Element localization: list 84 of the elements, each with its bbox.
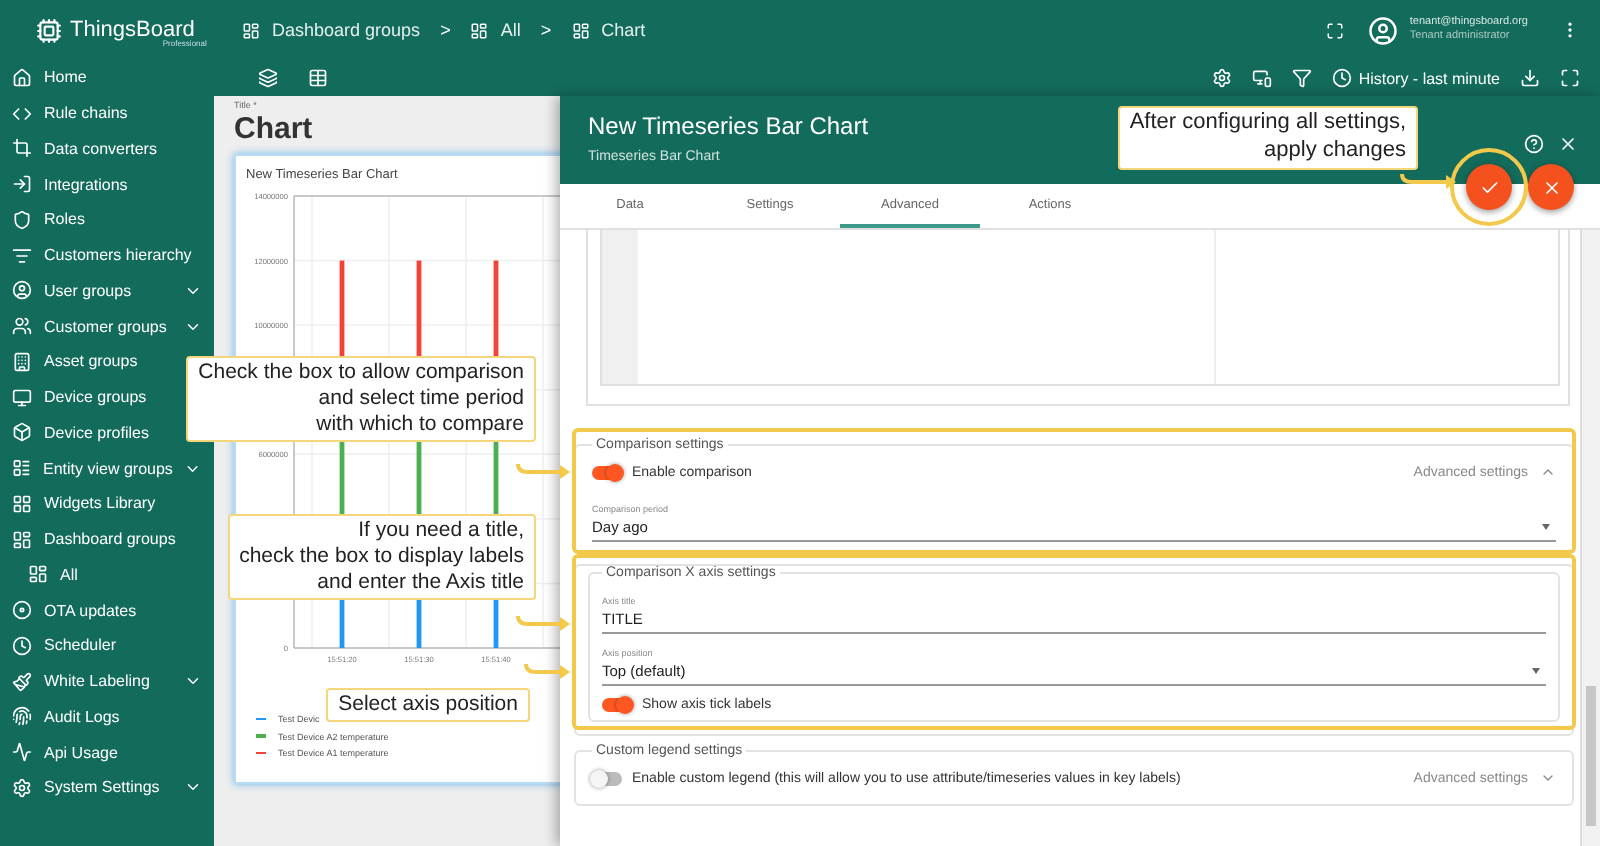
check-icon xyxy=(1479,177,1499,197)
fullscreen-icon[interactable] xyxy=(1325,21,1344,39)
clock-icon xyxy=(1332,68,1353,88)
scrollbar[interactable] xyxy=(1580,230,1600,846)
sidebar-item[interactable]: User groups xyxy=(0,273,214,309)
dashboard-icon xyxy=(470,21,489,39)
chart-icon xyxy=(12,742,32,763)
pointer-arrow xyxy=(516,614,570,634)
download-icon[interactable] xyxy=(1520,68,1540,88)
hint-tooltip: Check the box to allow comparison and select time period with which to compare xyxy=(186,356,536,443)
dashboard-title: Chart xyxy=(234,112,313,146)
pointer-arrow xyxy=(516,462,570,482)
list-icon xyxy=(12,245,32,266)
hint-tooltip: If you need a title, check the box to display labels and enter the Axis title xyxy=(227,514,536,601)
sidebar-item[interactable]: Home xyxy=(0,60,99,96)
clock-icon xyxy=(12,635,32,656)
sidebar-item[interactable]: Customers hierarchy xyxy=(0,237,204,273)
toggle-switch[interactable] xyxy=(592,771,622,785)
hint-tooltip: After configuring all settings, apply changes xyxy=(1117,106,1418,169)
devices-icon[interactable] xyxy=(1252,68,1273,88)
dashboard-icon xyxy=(571,21,590,39)
sidebar-item[interactable]: OTA updates xyxy=(0,592,149,628)
logo-icon xyxy=(36,17,62,43)
breadcrumb-link[interactable]: All xyxy=(500,20,521,40)
breadcrumb-separator: > xyxy=(540,20,552,40)
close-icon[interactable] xyxy=(1558,134,1578,154)
home-icon xyxy=(12,67,32,88)
dashboard-icon xyxy=(242,21,260,39)
sidebar-item[interactable]: System Settings xyxy=(0,770,214,806)
fullscreen-icon[interactable] xyxy=(1560,68,1580,88)
monitor-icon xyxy=(12,387,32,408)
table-icon[interactable] xyxy=(308,68,328,88)
shield-icon xyxy=(12,209,32,230)
disc-icon xyxy=(12,600,32,621)
chevron-icon xyxy=(1540,770,1556,786)
code-icon xyxy=(12,103,32,124)
crop-icon xyxy=(12,138,32,159)
dashboard-icon xyxy=(12,529,32,550)
sidebar-item[interactable]: Entity view groups xyxy=(0,450,214,486)
sidebar-item[interactable]: Customer groups xyxy=(0,308,214,344)
dialog-title: New Timeseries Bar Chart xyxy=(588,112,869,140)
gear-icon[interactable] xyxy=(1212,68,1233,88)
sidebar-item[interactable]: Scheduler xyxy=(0,628,129,664)
gear-icon xyxy=(12,777,32,798)
login-icon xyxy=(12,174,32,195)
sidebar-item[interactable]: Api Usage xyxy=(0,734,130,770)
layers-icon[interactable] xyxy=(258,68,278,88)
breadcrumb-link[interactable]: Dashboard groups xyxy=(272,20,421,40)
toggle-switch[interactable] xyxy=(592,465,622,479)
close-icon xyxy=(1541,177,1561,197)
users-icon xyxy=(12,316,32,337)
filter-icon[interactable] xyxy=(1292,68,1313,88)
list-icon xyxy=(12,458,32,479)
hint-tooltip: Select axis position xyxy=(326,688,530,723)
sidebar-item[interactable]: Data converters xyxy=(0,131,169,167)
pointer-arrow xyxy=(1400,172,1456,192)
breadcrumb-separator: > xyxy=(440,20,451,40)
avatar-icon xyxy=(1367,15,1398,45)
sidebar-item[interactable]: White Labeling xyxy=(0,663,214,699)
highlight-ring xyxy=(1450,148,1528,226)
sidebar-item[interactable]: Asset groups xyxy=(0,344,150,380)
sidebar-item[interactable]: All xyxy=(0,557,90,593)
sidebar-item[interactable]: Roles xyxy=(0,202,97,238)
sidebar-item[interactable]: Device profiles xyxy=(0,415,161,451)
sidebar-item[interactable]: Widgets Library xyxy=(0,486,168,522)
sidebar-item[interactable]: Integrations xyxy=(0,166,140,202)
sidebar-item[interactable]: Rule chains xyxy=(0,95,140,131)
brush-icon xyxy=(12,671,32,692)
brand-name: ThingsBoard xyxy=(70,18,195,42)
grid-icon xyxy=(12,493,32,514)
fingerprint-icon xyxy=(12,706,32,727)
dashboard-icon xyxy=(28,564,48,585)
timewindow-button[interactable]: History - last minute xyxy=(1332,68,1500,88)
help-icon[interactable] xyxy=(1524,134,1544,154)
chevron-icon xyxy=(1540,464,1556,480)
user-icon xyxy=(12,280,32,301)
box-icon xyxy=(12,422,32,443)
toggle-switch[interactable] xyxy=(602,698,632,712)
sidebar-item[interactable]: Device groups xyxy=(0,379,159,415)
breadcrumb-link[interactable]: Chart xyxy=(601,20,646,40)
sidebar-item[interactable]: Audit Logs xyxy=(0,699,132,735)
building-icon xyxy=(12,351,32,372)
sidebar-item[interactable]: Dashboard groups xyxy=(0,521,188,557)
pointer-arrow xyxy=(524,662,570,682)
